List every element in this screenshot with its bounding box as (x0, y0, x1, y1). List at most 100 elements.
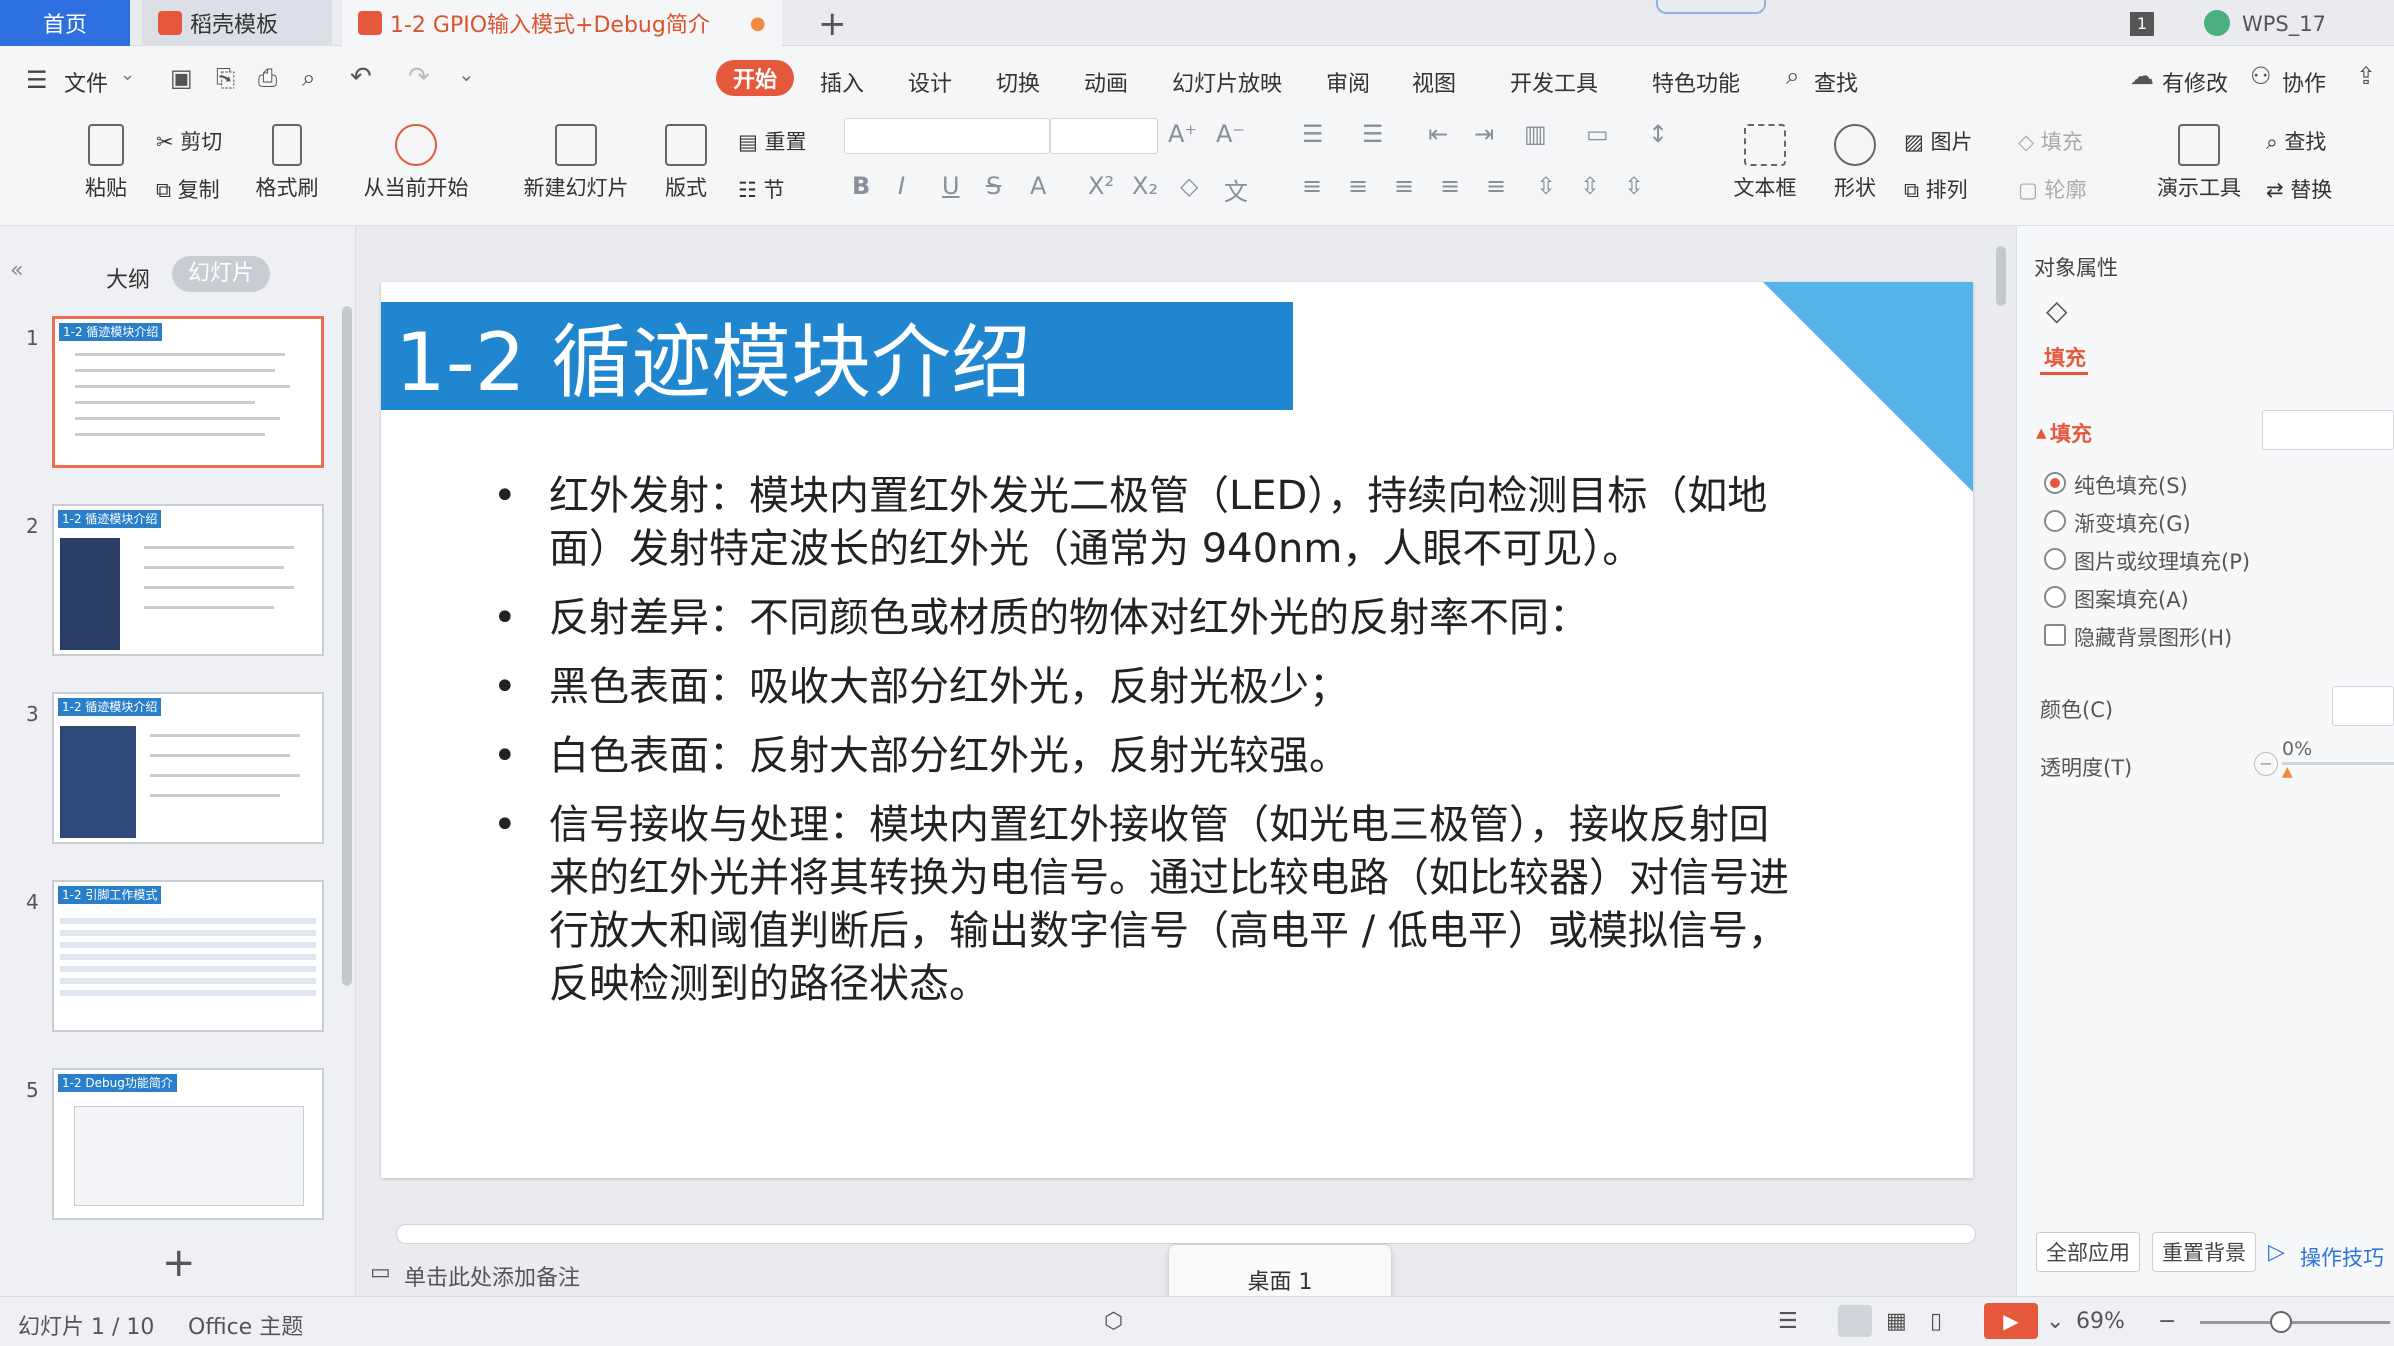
slide-thumb-3[interactable]: 1-2 循迹模块介绍 (52, 692, 324, 844)
preview-icon[interactable]: ⌕ (302, 64, 315, 92)
copy-button[interactable]: ⧉ 复制 (156, 174, 220, 204)
menu-search[interactable]: 查找 (1814, 66, 1858, 98)
solid-fill-label[interactable]: 纯色填充(S) (2074, 470, 2188, 500)
from-current-button[interactable]: 从当前开始 (354, 124, 478, 202)
reset-button[interactable]: ▤ 重置 (738, 126, 807, 156)
add-slide-icon[interactable]: + (162, 1240, 196, 1286)
fill-select[interactable] (2262, 410, 2394, 450)
tab-slides[interactable]: 幻灯片 (172, 256, 270, 292)
beautify-icon[interactable]: ⬡ (1104, 1309, 1123, 1334)
panel-scrollbar[interactable] (342, 306, 352, 986)
gradient-fill-radio[interactable] (2044, 510, 2066, 532)
font-name-select[interactable] (844, 118, 1050, 154)
layout-button[interactable]: 版式 (656, 124, 716, 202)
superscript-icon[interactable]: X² (1088, 172, 1114, 200)
chevron-down-icon[interactable]: ⌄ (2046, 1309, 2064, 1334)
menu-insert[interactable]: 插入 (820, 66, 864, 98)
justify-icon[interactable]: ≡ (1440, 172, 1460, 200)
section-expand-icon[interactable]: ▴ (2036, 420, 2047, 444)
presentation-tools-button[interactable]: 演示工具 (2144, 124, 2254, 202)
slide-title[interactable]: 1-2 循迹模块介绍 (381, 302, 1293, 410)
hide-bg-checkbox[interactable] (2044, 624, 2066, 646)
bullet-list-icon[interactable]: ☰ (1302, 120, 1324, 148)
user-icon[interactable]: ⚇ (2250, 62, 2272, 90)
apply-all-button[interactable]: 全部应用 (2036, 1232, 2140, 1272)
columns-icon[interactable]: ▥ (1524, 120, 1547, 148)
transparency-minus-icon[interactable]: − (2254, 752, 2278, 776)
reset-bg-button[interactable]: 重置背景 (2152, 1232, 2256, 1272)
window-count-icon[interactable]: 1 (2130, 12, 2154, 36)
handle-icon[interactable] (1656, 0, 1766, 14)
line-spacing-icon[interactable]: ↕ (1648, 120, 1668, 148)
font-size-select[interactable] (1050, 118, 1158, 154)
fill-button[interactable]: ◇ 填充 (2018, 126, 2083, 156)
pattern-fill-label[interactable]: 图案填充(A) (2074, 584, 2189, 614)
menu-transition[interactable]: 切换 (996, 66, 1040, 98)
text-direction-icon[interactable]: ▭ (1586, 120, 1609, 148)
slider-handle-icon[interactable]: ▲ (2282, 764, 2293, 780)
tab-daoke[interactable]: 稻壳模板 (142, 0, 332, 46)
theme-name[interactable]: Office 主题 (188, 1309, 303, 1341)
tab-home[interactable]: 首页 (0, 0, 130, 46)
font-color-icon[interactable]: A (1030, 172, 1046, 200)
italic-icon[interactable]: I (898, 172, 905, 200)
para-spacing-icon[interactable]: ⇳ (1536, 172, 1556, 200)
grow-font-icon[interactable]: A⁺ (1168, 120, 1197, 148)
zoom-slider-handle[interactable] (2270, 1311, 2292, 1333)
underline-icon[interactable]: U (942, 172, 960, 200)
menu-design[interactable]: 设计 (908, 66, 952, 98)
slide-thumb-4[interactable]: 1-2 引脚工作模式 (52, 880, 324, 1032)
tips-link[interactable]: 操作技巧 (2300, 1242, 2384, 1272)
tips-icon[interactable]: ▷ (2268, 1240, 2285, 1265)
undo-icon[interactable]: ↶ (350, 62, 372, 92)
menu-collab[interactable]: 协作 (2282, 66, 2326, 98)
align-center-icon[interactable]: ≡ (1348, 172, 1368, 200)
menu-modify[interactable]: 有修改 (2162, 66, 2228, 98)
menu-slideshow[interactable]: 幻灯片放映 (1172, 66, 1282, 98)
panel-title[interactable]: 对象属性 (2034, 252, 2118, 282)
menu-developer[interactable]: 开发工具 (1510, 66, 1598, 98)
pattern-fill-radio[interactable] (2044, 586, 2066, 608)
share-out-icon[interactable]: ⇪ (2356, 62, 2376, 90)
fill-bucket-icon[interactable]: ◇ (2046, 294, 2068, 327)
distribute-icon[interactable]: ≡ (1486, 172, 1506, 200)
strikethrough-icon[interactable]: S (986, 172, 1001, 200)
redo-icon[interactable]: ↷ (408, 62, 430, 92)
menu-review[interactable]: 审阅 (1326, 66, 1370, 98)
picture-fill-radio[interactable] (2044, 548, 2066, 570)
zoom-level[interactable]: 69% (2076, 1309, 2125, 1334)
shape-button[interactable]: 形状 (1820, 124, 1890, 202)
align-left-icon[interactable]: ≡ (1302, 172, 1322, 200)
slide-thumb-5[interactable]: 1-2 Debug功能简介 (52, 1068, 324, 1220)
canvas-hscrollbar[interactable] (396, 1224, 1976, 1244)
zoom-slider[interactable] (2200, 1321, 2390, 1324)
notes-placeholder[interactable]: 单击此处添加备注 (404, 1260, 580, 1292)
align-right-icon[interactable]: ≡ (1394, 172, 1414, 200)
share-icon[interactable]: ⎘ (216, 64, 235, 92)
bold-icon[interactable]: B (852, 172, 870, 200)
para-indent-icon[interactable]: ⇳ (1580, 172, 1600, 200)
replace-button[interactable]: ⇄ 替换 (2266, 174, 2332, 204)
numbered-list-icon[interactable]: ☰ (1362, 120, 1384, 148)
slide-body[interactable]: • 红外发射：模块内置红外发光二极管（LED），持续向检测目标（如地面）发射特定波… (493, 470, 1793, 1027)
fill-section-title[interactable]: 填充 (2050, 418, 2092, 448)
collapse-icon[interactable]: « (10, 258, 23, 283)
normal-view-icon[interactable] (1838, 1305, 1872, 1337)
new-slide-button[interactable]: 新建幻灯片 (514, 124, 638, 202)
transparency-slider[interactable] (2282, 762, 2394, 765)
find-button[interactable]: ⌕ 查找 (2266, 126, 2326, 156)
save-icon[interactable]: ▣ (170, 64, 193, 92)
clear-format-icon[interactable]: ◇ (1180, 172, 1198, 200)
menu-view[interactable]: 视图 (1412, 66, 1456, 98)
fill-tab[interactable]: 填充 (2044, 342, 2086, 372)
cut-button[interactable]: ✂ 剪切 (156, 126, 222, 156)
picture-button[interactable]: ▨ 图片 (1904, 126, 1973, 156)
menu-start[interactable]: 开始 (716, 60, 794, 96)
print-icon[interactable]: ⎙ (258, 64, 277, 92)
phonetic-icon[interactable]: 文 (1224, 172, 1248, 207)
chevron-down-icon[interactable]: ⌄ (120, 64, 135, 85)
slide-thumb-2[interactable]: 1-2 循迹模块介绍 (52, 504, 324, 656)
indent-icon[interactable]: ⇥ (1474, 120, 1494, 148)
arrange-button[interactable]: ⧉ 排列 (1904, 174, 1968, 204)
menu-special[interactable]: 特色功能 (1652, 66, 1740, 98)
